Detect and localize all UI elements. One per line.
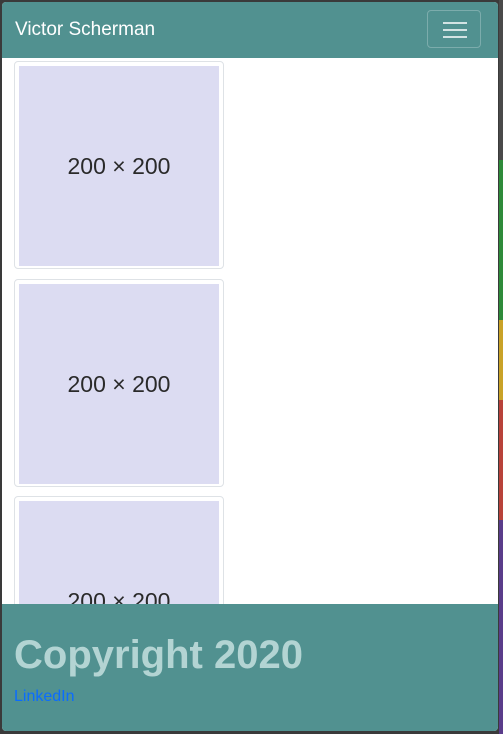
thumbnail-card[interactable]: 200 × 200 (14, 61, 224, 269)
linkedin-link[interactable]: LinkedIn (14, 688, 75, 706)
navbar-brand[interactable]: Victor Scherman (15, 19, 155, 41)
browser-window: Victor Scherman 200 × 200 200 × 200 200 … (2, 2, 498, 731)
hamburger-menu-icon (443, 22, 467, 24)
thumbnail-card[interactable]: 200 × 200 (14, 279, 224, 487)
background-window-edge (499, 160, 503, 320)
background-window-edge (499, 320, 503, 400)
background-window-edge (499, 0, 503, 160)
placeholder-image: 200 × 200 (19, 501, 219, 604)
hamburger-menu-icon (443, 29, 467, 31)
placeholder-image: 200 × 200 (19, 66, 219, 266)
hamburger-menu-icon (443, 36, 467, 38)
background-window-edge (499, 520, 503, 734)
footer: Copyright 2020 LinkedIn (2, 604, 498, 731)
thumbnail-card[interactable]: 200 × 200 (14, 496, 224, 604)
placeholder-image: 200 × 200 (19, 284, 219, 484)
background-window-edge (499, 400, 503, 520)
navbar: Victor Scherman (2, 2, 498, 58)
gallery: 200 × 200 200 × 200 200 × 200 (2, 58, 498, 604)
navbar-toggler-button[interactable] (427, 10, 481, 48)
copyright-text: Copyright 2020 (14, 633, 303, 677)
